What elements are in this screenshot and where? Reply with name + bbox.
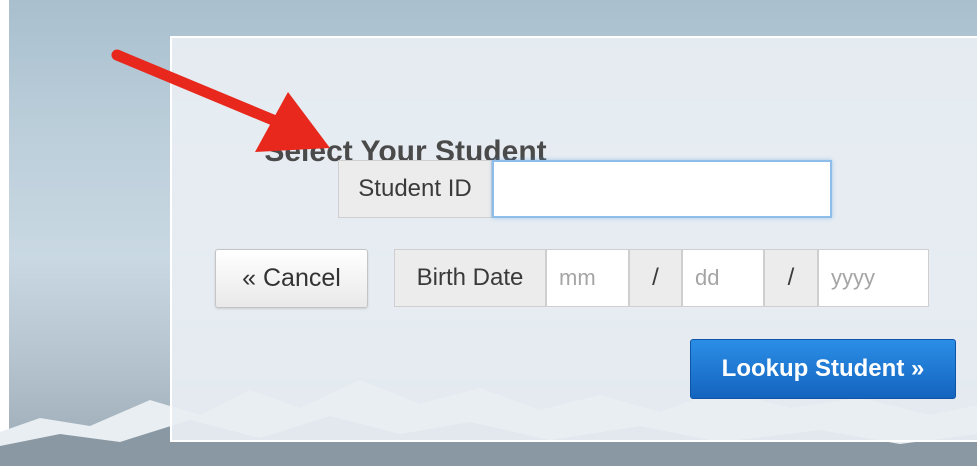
birth-day-input[interactable]: dd bbox=[682, 249, 764, 307]
red-arrow-icon bbox=[111, 49, 330, 152]
student-id-label: Student ID bbox=[338, 160, 492, 218]
birth-year-input[interactable]: yyyy bbox=[818, 249, 929, 307]
birth-month-input[interactable]: mm bbox=[546, 249, 629, 307]
date-separator: / bbox=[629, 249, 682, 307]
cancel-button[interactable]: « Cancel bbox=[215, 249, 368, 308]
student-id-input[interactable] bbox=[492, 160, 832, 218]
lookup-student-button[interactable]: Lookup Student » bbox=[690, 339, 956, 399]
birth-date-label: Birth Date bbox=[394, 249, 546, 307]
date-separator: / bbox=[764, 249, 818, 307]
